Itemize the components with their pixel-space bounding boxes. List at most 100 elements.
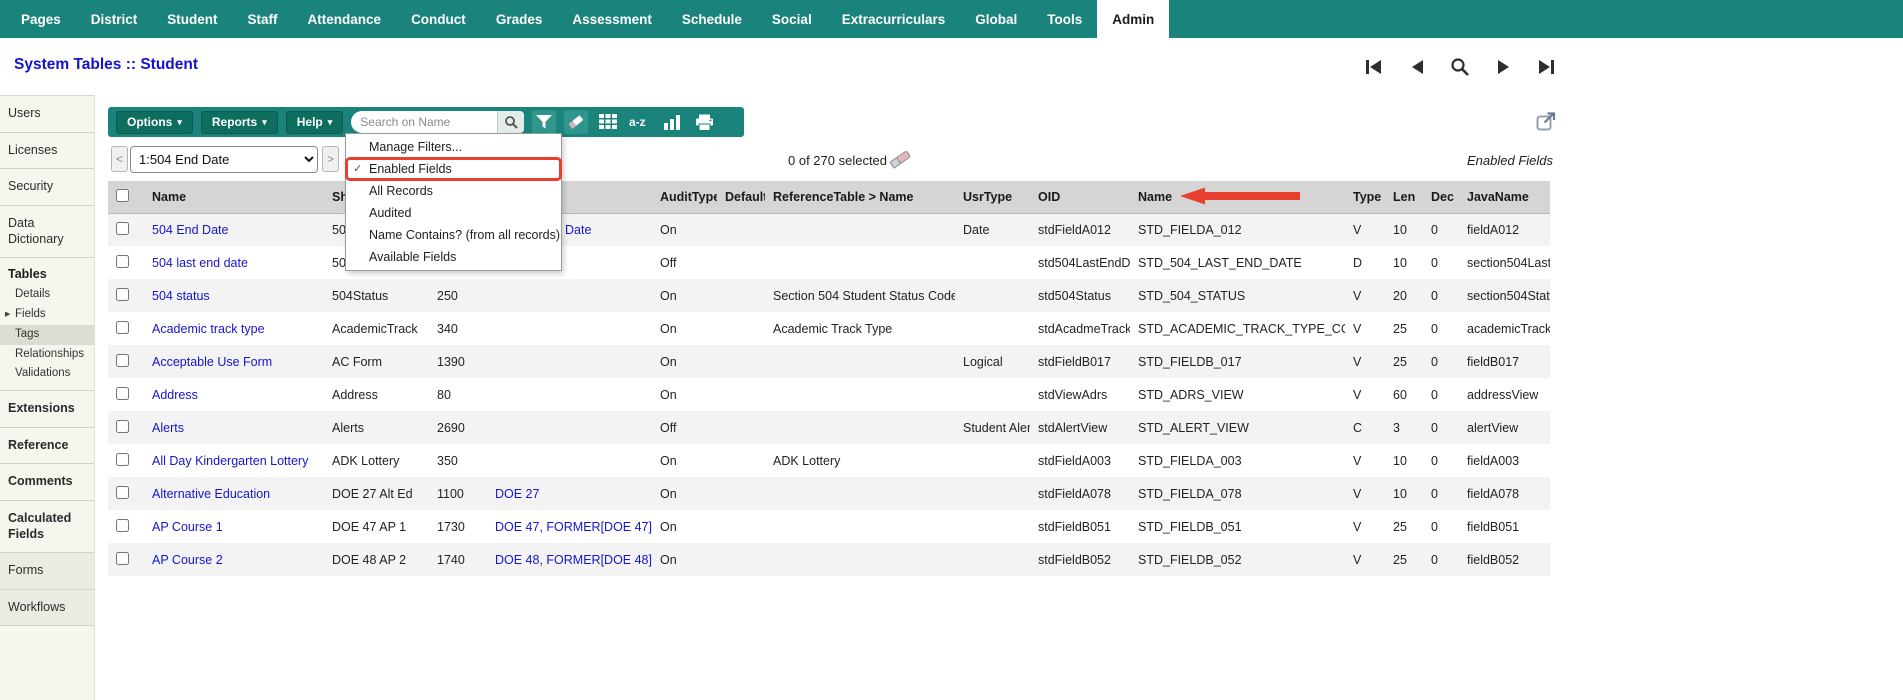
field-name-link[interactable]: AP Course 2 [152,553,223,567]
search-input[interactable] [351,111,498,133]
row-checkbox[interactable] [116,254,129,268]
field-name-link[interactable]: 504 last end date [152,256,248,270]
field-name-link[interactable]: Acceptable Use Form [152,355,272,369]
sidebar-item-reference[interactable]: Reference [0,428,94,465]
row-checkbox[interactable] [116,287,129,301]
select-all-checkbox[interactable] [116,188,129,202]
print-icon[interactable] [692,110,716,134]
help-button[interactable]: Help [285,110,344,134]
column-header-dec-13[interactable]: Dec [1423,181,1459,214]
cell-alias-link[interactable]: DOE 27 [495,487,539,501]
column-header-referencetable-name-7[interactable]: ReferenceTable > Name [765,181,955,214]
sort-az-icon[interactable]: a-z [628,110,652,134]
sidebar-item-licenses[interactable]: Licenses [0,133,94,170]
nav-item-schedule[interactable]: Schedule [667,0,757,38]
nav-item-tools[interactable]: Tools [1032,0,1097,38]
record-select[interactable]: 1:504 End Date [130,146,318,173]
grid-view-icon[interactable] [596,110,620,134]
reports-button[interactable]: Reports [200,110,278,134]
row-checkbox[interactable] [116,452,129,466]
sidebar-item-users[interactable]: Users [0,96,94,133]
cell-alias-link[interactable]: DOE 48, FORMER[DOE 48] [495,553,652,567]
nav-item-pages[interactable]: Pages [6,0,76,38]
chart-icon[interactable] [660,110,684,134]
column-header-usrtype-8[interactable]: UsrType [955,181,1030,214]
field-name-link[interactable]: 504 End Date [152,223,228,237]
filter-menu-item-audited[interactable]: Audited [346,202,561,224]
nav-item-student[interactable]: Student [152,0,232,38]
nav-item-attendance[interactable]: Attendance [293,0,397,38]
field-name-link[interactable]: 504 status [152,289,210,303]
sidebar-item-extensions[interactable]: Extensions [0,391,94,428]
cell-default [717,378,765,411]
filter-menu-item-all-records[interactable]: All Records [346,180,561,202]
row-checkbox[interactable] [116,320,129,334]
fields-table: Name Sho AuditType Default ReferenceTable > … [108,181,1550,576]
sidebar-item-forms[interactable]: Forms [0,553,94,590]
row-checkbox[interactable] [116,518,129,532]
options-button[interactable]: Options [116,110,193,134]
column-header-default-6[interactable]: Default [717,181,765,214]
nav-item-grades[interactable]: Grades [481,0,558,38]
sidebar-item-calculated-fields[interactable]: Calculated Fields [0,501,94,554]
row-checkbox[interactable] [116,353,129,367]
row-checkbox[interactable] [116,485,129,499]
select-all-header[interactable] [108,181,144,214]
prev-page-button[interactable]: < [111,146,128,172]
nav-item-assessment[interactable]: Assessment [557,0,667,38]
cell-default [717,213,765,246]
filter-clear-icon[interactable] [564,110,589,134]
sidebar-subitem-relationships[interactable]: Relationships [0,345,94,365]
row-checkbox[interactable] [116,551,129,565]
sidebar-item-workflows[interactable]: Workflows [0,589,94,627]
search-submit-button[interactable] [497,111,525,133]
field-name-link[interactable]: Alternative Education [152,487,270,501]
sidebar-item-security[interactable]: Security [0,169,94,206]
field-name-link[interactable]: Academic track type [152,322,265,336]
filter-menu-item-enabled-fields[interactable]: ✓ Enabled Fields [345,157,562,181]
nav-item-extracurriculars[interactable]: Extracurriculars [827,0,961,38]
sidebar-item-comments[interactable]: Comments [0,464,94,501]
field-name-link[interactable]: AP Course 1 [152,520,223,534]
field-name-link[interactable]: Address [152,388,198,402]
column-header-oid-9[interactable]: OID [1030,181,1130,214]
nav-item-conduct[interactable]: Conduct [396,0,481,38]
filter-icon[interactable] [532,110,557,134]
sidebar-item-data-dictionary[interactable]: Data Dictionary [0,206,94,259]
column-header-len-12[interactable]: Len [1385,181,1423,214]
cell-alias-link[interactable]: Date [565,223,591,237]
filter-menu-item-name-contains-from-all-records[interactable]: Name Contains? (from all records) [346,224,561,246]
column-header-type-11[interactable]: Type [1345,181,1385,214]
cell-alias-link[interactable]: DOE 47, FORMER[DOE 47] [495,520,652,534]
filter-menu-item-manage-filters[interactable]: Manage Filters... [346,136,561,158]
first-record-button[interactable] [1358,52,1390,82]
sidebar-subitem-details[interactable]: Details [0,285,94,305]
nav-item-staff[interactable]: Staff [233,0,293,38]
search-records-button[interactable] [1444,52,1476,82]
row-checkbox[interactable] [116,386,129,400]
nav-item-admin[interactable]: Admin [1097,0,1170,38]
nav-item-district[interactable]: District [76,0,153,38]
expand-icon[interactable] [1536,111,1556,136]
row-checkbox[interactable] [116,419,129,433]
field-name-link[interactable]: Alerts [152,421,184,435]
column-header-audittype-5[interactable]: AuditType [652,181,717,214]
sidebar-subitem-fields[interactable]: Fields [0,305,94,325]
cell-reference-table [765,246,955,279]
row-checkbox[interactable] [116,221,129,235]
sidebar-subitem-validations[interactable]: Validations [0,364,94,384]
previous-record-button[interactable] [1401,52,1433,82]
row-select-cell [108,477,144,510]
next-record-button[interactable] [1487,52,1519,82]
field-name-link[interactable]: All Day Kindergarten Lottery [152,454,308,468]
next-page-button[interactable]: > [322,146,339,172]
clear-selection-icon[interactable] [888,149,912,174]
column-header-javaname-14[interactable]: JavaName [1459,181,1550,214]
filter-menu-item-available-fields[interactable]: Available Fields [346,246,561,268]
sidebar-subitem-tags[interactable]: Tags [0,324,94,345]
sidebar-item-tables[interactable]: Tables [0,258,94,285]
nav-item-social[interactable]: Social [757,0,827,38]
column-header-name-1[interactable]: Name [144,181,324,214]
nav-item-global[interactable]: Global [960,0,1032,38]
last-record-button[interactable] [1530,52,1562,82]
